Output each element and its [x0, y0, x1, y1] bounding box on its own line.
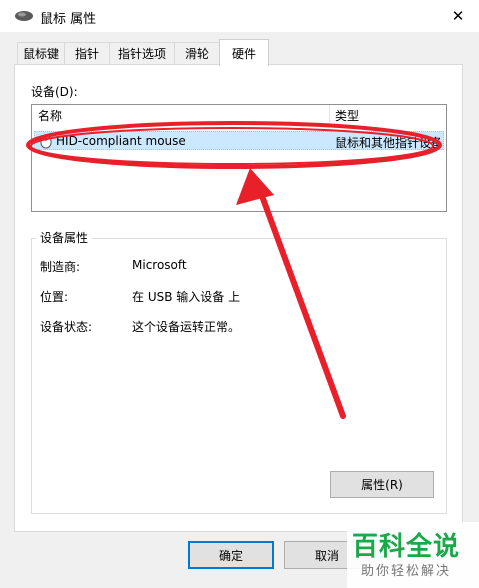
annotation-arrow-shaft [259, 193, 346, 419]
annotation-overlay [26, 121, 442, 419]
watermark-subtitle: 助你轻松解决 [361, 564, 452, 579]
watermark-title: 百科全说 [352, 532, 461, 562]
tab-label: 硬件 [231, 46, 256, 61]
annotation-ellipse-inner [30, 127, 434, 165]
annotation-arrow-head [236, 168, 274, 205]
dialog-window: 鼠标 属性 ✕ 鼠标键 指针 指针选项 滑轮 硬件 设备(D): 名称 类型 H… [0, 0, 479, 588]
tab-hardware[interactable]: 硬件 [219, 39, 269, 66]
annotation-ellipse [26, 121, 442, 169]
